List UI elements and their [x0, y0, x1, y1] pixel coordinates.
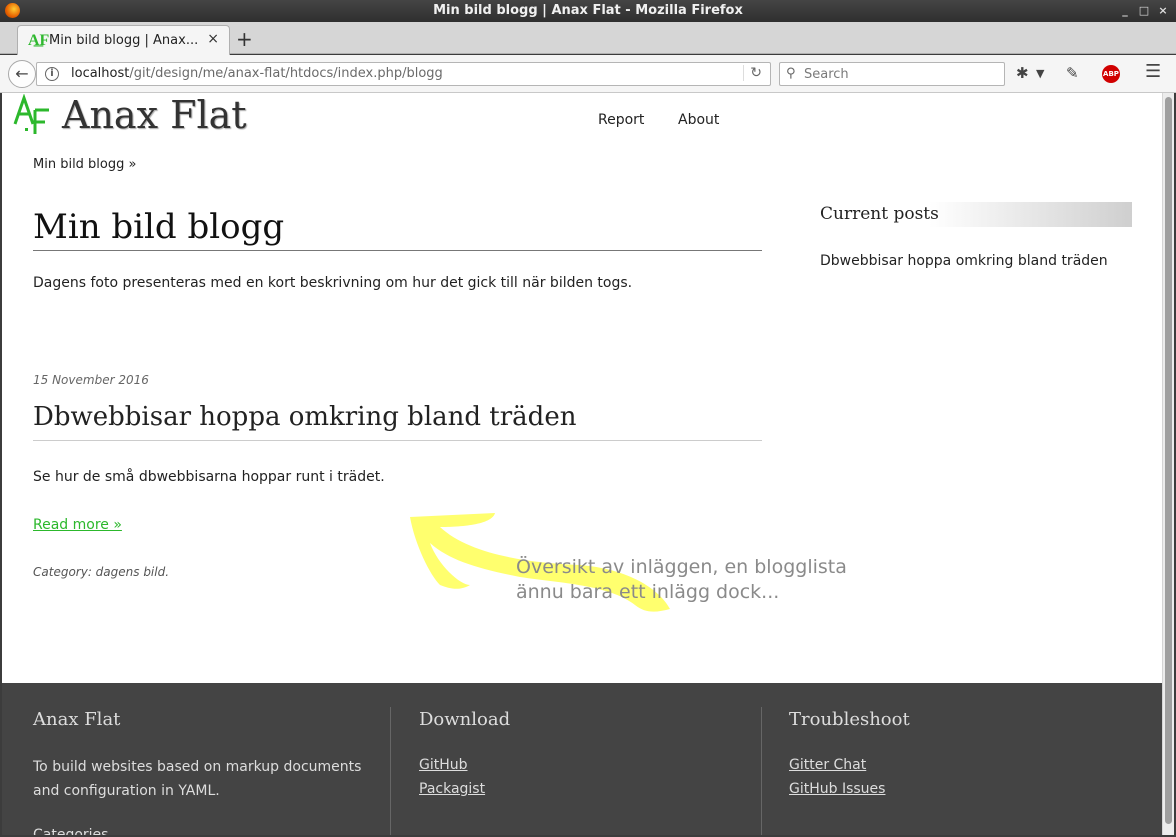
close-window-button[interactable]: × — [1155, 0, 1171, 22]
nav-link-report[interactable]: Report — [598, 112, 644, 128]
footer-title-anax: Anax Flat — [33, 709, 121, 730]
url-host: localhost — [71, 66, 130, 81]
adblock-icon[interactable]: ABP — [1102, 65, 1120, 83]
breadcrumb[interactable]: Min bild blogg » — [33, 157, 136, 172]
url-bar[interactable]: i localhost/git/design/me/anax-flat/htdo… — [36, 62, 771, 86]
scrollbar-thumb[interactable] — [1165, 97, 1172, 824]
site-logo-text[interactable]: Anax Flat — [62, 93, 247, 137]
new-tab-button[interactable]: + — [236, 27, 253, 51]
footer-link-gitter[interactable]: Gitter Chat — [789, 757, 866, 773]
back-arrow-icon: ← — [15, 64, 29, 83]
annotation-line-2: ännu bara ett inlägg dock... — [516, 581, 780, 603]
window-titlebar: Min bild blogg | Anax Flat - Mozilla Fir… — [0, 0, 1176, 22]
search-bar[interactable]: ⚲ Search — [779, 62, 1005, 86]
anax-logo-icon[interactable] — [13, 94, 53, 138]
footer-divider — [390, 707, 391, 835]
read-more-link[interactable]: Read more » — [33, 517, 122, 533]
post-excerpt: Se hur de små dbwebbisarna hoppar runt i… — [33, 469, 385, 485]
menu-icon[interactable]: ☰ — [1145, 61, 1161, 82]
post-title[interactable]: Dbwebbisar hoppa omkring bland träden — [33, 400, 762, 441]
footer-categories-heading: Categories — [33, 827, 109, 835]
url-path: /git/design/me/anax-flat/htdocs/index.ph… — [129, 66, 443, 81]
footer-description: To build websites based on markup docume… — [33, 759, 362, 799]
footer-link-github-issues[interactable]: GitHub Issues — [789, 781, 885, 797]
reload-icon[interactable]: ↻ — [743, 65, 762, 81]
chevron-down-icon[interactable]: ▼ — [1036, 67, 1044, 80]
post-date: 15 November 2016 — [33, 373, 149, 387]
footer-title-troubleshoot: Troubleshoot — [789, 709, 910, 730]
search-icon: ⚲ — [786, 66, 796, 81]
url-text[interactable]: localhost/git/design/me/anax-flat/htdocs… — [71, 66, 443, 81]
maximize-button[interactable]: □ — [1136, 0, 1152, 22]
anax-favicon-icon: A͟F — [28, 32, 50, 49]
navigation-bar: ← i localhost/git/design/me/anax-flat/ht… — [0, 55, 1176, 93]
eyedropper-icon[interactable]: ✎ — [1066, 64, 1079, 82]
page-viewport: Anax Flat Report About Min bild blogg » … — [2, 93, 1162, 835]
annotation-text: Översikt av inläggen, en blogglista ännu… — [516, 555, 847, 605]
search-placeholder: Search — [804, 67, 849, 82]
post-category: Category: dagens bild. — [33, 565, 170, 579]
back-button[interactable]: ← — [8, 60, 36, 88]
footer-title-download: Download — [419, 709, 511, 730]
site-footer: Anax Flat To build websites based on mar… — [2, 683, 1162, 835]
footer-divider — [761, 707, 762, 835]
tab-title: Min bild blogg | Anax... — [49, 33, 199, 48]
tab-blogg[interactable]: A͟F Min bild blogg | Anax... × — [17, 25, 230, 55]
aside-post-link[interactable]: Dbwebbisar hoppa omkring bland träden — [820, 253, 1108, 269]
vertical-scrollbar[interactable] — [1162, 93, 1174, 835]
footer-link-github[interactable]: GitHub — [419, 757, 468, 773]
tab-close-icon[interactable]: × — [207, 31, 219, 47]
firefox-icon — [5, 3, 20, 18]
site-info-icon[interactable]: i — [45, 67, 59, 81]
tab-strip: A͟F Min bild blogg | Anax... × — [0, 22, 1176, 55]
nav-link-about[interactable]: About — [678, 112, 719, 128]
page-intro: Dagens foto presenteras med en kort besk… — [33, 275, 633, 291]
minimize-button[interactable]: _ — [1117, 0, 1133, 22]
addon-bug-icon[interactable]: ✱ — [1016, 64, 1029, 82]
footer-link-packagist[interactable]: Packagist — [419, 781, 485, 797]
annotation-line-1: Översikt av inläggen, en blogglista — [516, 556, 847, 578]
window-title: Min bild blogg | Anax Flat - Mozilla Fir… — [433, 3, 743, 18]
aside-title: Current posts — [820, 202, 1132, 227]
page-title: Min bild blogg — [33, 206, 762, 251]
